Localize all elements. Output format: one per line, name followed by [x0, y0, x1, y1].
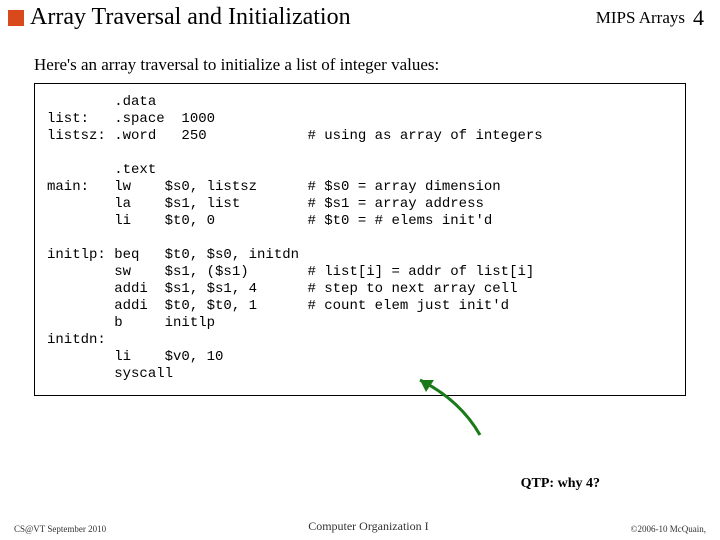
footer-left: CS@VT September 2010: [14, 524, 106, 534]
accent-square: [8, 10, 24, 26]
footer: CS@VT September 2010 Computer Organizati…: [0, 519, 720, 534]
header-bar: Array Traversal and Initialization MIPS …: [0, 0, 720, 33]
page-number: 4: [693, 5, 704, 31]
topic-label: MIPS Arrays: [596, 8, 685, 28]
footer-right: ©2006-10 McQuain,: [631, 524, 706, 534]
intro-text: Here's an array traversal to initialize …: [34, 55, 720, 75]
code-box: .data list: .space 1000 listsz: .word 25…: [34, 83, 686, 396]
slide-title: Array Traversal and Initialization: [30, 4, 351, 31]
code-block: .data list: .space 1000 listsz: .word 25…: [47, 94, 673, 383]
footer-center: Computer Organization I: [308, 519, 428, 534]
qtp-note: QTP: why 4?: [521, 476, 600, 492]
